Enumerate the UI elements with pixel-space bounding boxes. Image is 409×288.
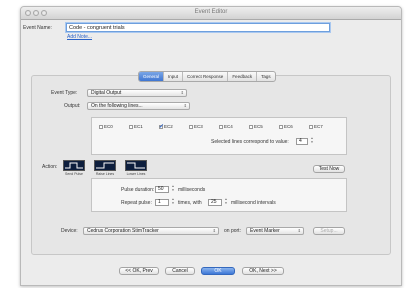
pulse-duration-stepper-icon[interactable]: ▲ ▼ (171, 184, 175, 193)
checkbox-checked-icon (159, 123, 164, 130)
send-pulse-caption: Send Pulse (65, 172, 83, 176)
event-name-label: Event Name: (23, 25, 52, 31)
output-label: Output: (64, 103, 81, 109)
send-pulse-button[interactable] (63, 160, 85, 171)
repeat-pulse-label: Repeat pulse: (121, 200, 152, 206)
value-stepper-icon[interactable]: ▲ ▼ (310, 136, 314, 145)
checkbox-icon (249, 124, 253, 129)
action-label: Action: (42, 164, 58, 170)
line-checkbox-ec4[interactable]: EC4 (219, 124, 233, 129)
lines-box (91, 117, 347, 155)
lower-wave-icon (127, 162, 145, 169)
event-type-value: Digital Output (91, 90, 122, 96)
line-checkbox-ec7[interactable]: EC7 (309, 124, 323, 129)
selected-lines-value[interactable]: 4 (296, 138, 308, 145)
pulse-duration-label: Pulse duration: (121, 187, 155, 193)
checkbox-icon (189, 124, 193, 129)
tab-general[interactable]: General (139, 72, 165, 81)
device-label: Device: (61, 228, 78, 234)
event-type-popup[interactable]: Digital Output ⇕ (87, 89, 187, 97)
tab-tags[interactable]: Tags (257, 72, 275, 81)
popup-arrows-icon: ⇕ (180, 90, 184, 95)
raise-lines-caption: Raise Lines (95, 172, 115, 176)
cancel-button[interactable]: Cancel (165, 267, 195, 275)
checkbox-icon (99, 124, 103, 129)
repeat-pulse-input[interactable]: 1 (155, 199, 169, 206)
port-popup[interactable]: Event Marker ⇕ (246, 227, 304, 235)
on-port-label: on port: (224, 228, 241, 234)
setup-button[interactable]: Setup... (313, 227, 345, 235)
times-with-label: times, with (178, 200, 202, 206)
interval-input[interactable]: 25 (208, 199, 222, 206)
line-checkbox-ec0[interactable]: EC0 (99, 124, 113, 129)
ok-button[interactable]: OK (201, 267, 235, 275)
raise-lines-button[interactable] (94, 160, 116, 171)
output-popup[interactable]: On the following lines... ⇕ (87, 102, 190, 110)
interval-unit: millisecond intervals (231, 200, 276, 206)
port-value: Event Marker (250, 228, 280, 234)
repeat-pulse-stepper-icon[interactable]: ▲ ▼ (171, 197, 175, 206)
lower-lines-caption: Lower Lines (126, 172, 146, 176)
tab-bar: General Input Correct Response Feedback … (138, 71, 276, 82)
event-name-input[interactable]: Code - congruent trials (66, 23, 330, 32)
ok-next-button[interactable]: OK, Next >> (242, 267, 284, 275)
device-value: Cedrus Corporation StimTracker (87, 228, 159, 234)
pulse-duration-unit: milliseconds (178, 187, 206, 193)
interval-stepper-icon[interactable]: ▲ ▼ (224, 197, 228, 206)
selected-lines-label: Selected lines correspond to value: (211, 139, 289, 145)
ok-prev-button[interactable]: << OK, Prev (119, 267, 159, 275)
tab-input[interactable]: Input (164, 72, 184, 81)
line-checkbox-ec2[interactable]: EC2 (159, 123, 173, 130)
checkbox-icon (279, 124, 283, 129)
checkbox-icon (219, 124, 223, 129)
checkbox-icon (129, 124, 133, 129)
popup-arrows-icon: ⇕ (297, 228, 301, 233)
title-bar: Event Editor (21, 7, 401, 20)
popup-arrows-icon: ⇕ (183, 103, 187, 108)
output-value: On the following lines... (91, 103, 143, 109)
window-title: Event Editor (194, 9, 228, 15)
event-type-label: Event Type: (51, 90, 78, 96)
line-checkbox-ec1[interactable]: EC1 (129, 124, 143, 129)
pulse-wave-icon (65, 162, 83, 169)
line-checkbox-ec3[interactable]: EC3 (189, 124, 203, 129)
add-note-link[interactable]: Add Note... (67, 34, 92, 40)
pulse-settings-box (91, 178, 347, 212)
lower-lines-button[interactable] (125, 160, 147, 171)
tab-feedback[interactable]: Feedback (228, 72, 258, 81)
raise-wave-icon (96, 162, 114, 169)
line-checkbox-ec5[interactable]: EC5 (249, 124, 263, 129)
test-now-button[interactable]: Test Now (313, 165, 345, 173)
popup-arrows-icon: ⇕ (212, 228, 216, 233)
tab-correct-response[interactable]: Correct Response (183, 72, 229, 81)
checkbox-icon (309, 124, 313, 129)
line-checkbox-ec6[interactable]: EC6 (279, 124, 293, 129)
device-popup[interactable]: Cedrus Corporation StimTracker ⇕ (83, 227, 219, 235)
pulse-duration-input[interactable]: 50 (155, 186, 169, 193)
event-editor-window: Event Editor Event Name: Code - congruen… (20, 6, 402, 286)
